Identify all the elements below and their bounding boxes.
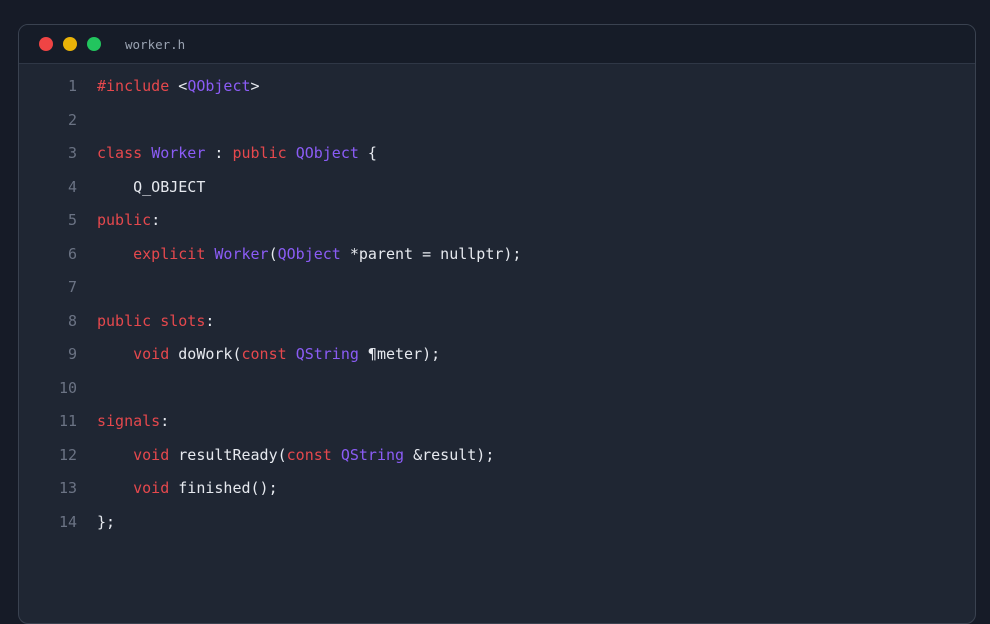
- type-token: QObject: [295, 144, 359, 162]
- close-window-button[interactable]: [39, 37, 53, 51]
- code-line[interactable]: 5 public:: [19, 204, 975, 238]
- keyword-token: public: [97, 311, 152, 330]
- keyword-token: public: [232, 144, 287, 162]
- plain-token: };: [97, 512, 116, 531]
- code-line[interactable]: 6 explicit Worker(QObject *parent = null…: [19, 238, 975, 272]
- code-line[interactable]: 8 public slots:: [19, 305, 975, 339]
- plain-token: (: [268, 244, 278, 263]
- minimize-window-button[interactable]: [63, 37, 77, 51]
- keyword-token: void: [133, 445, 170, 464]
- code-line[interactable]: 4 Q_OBJECT: [19, 171, 975, 205]
- plain-token: ¶meter);: [358, 345, 441, 363]
- line-number: 12: [58, 445, 77, 464]
- file-name-label: worker.h: [125, 36, 186, 52]
- line-text: #include <QObject>: [97, 70, 260, 104]
- code-line[interactable]: 10: [19, 372, 975, 406]
- plain-token: {: [358, 144, 377, 162]
- line-number: 14: [58, 512, 77, 531]
- line-text: class Worker : public QObject {: [97, 137, 377, 171]
- plain-token: doWork(: [169, 345, 242, 363]
- plain-token: <: [169, 77, 188, 95]
- code-line[interactable]: 14};: [19, 506, 975, 540]
- code-line[interactable]: 13 void finished();: [19, 472, 975, 506]
- keyword-token: void: [133, 479, 170, 497]
- line-number: 9: [67, 345, 77, 363]
- code-line[interactable]: 11 signals:: [19, 405, 975, 439]
- type-token: QObject: [187, 77, 251, 95]
- plain-token: >: [250, 77, 260, 95]
- plain-token: :: [151, 211, 161, 229]
- code-line[interactable]: 2: [19, 104, 975, 138]
- code-line[interactable]: 1 #include <QObject>: [19, 70, 975, 104]
- plain-token: Q_OBJECT: [97, 177, 206, 196]
- line-number: 11: [58, 412, 77, 430]
- code-line[interactable]: 12 void resultReady(const QString &resul…: [19, 439, 975, 473]
- line-number: 6: [67, 244, 77, 263]
- title-bar: worker.h: [19, 25, 975, 64]
- keyword-token: class: [97, 144, 143, 162]
- code-line[interactable]: 7: [19, 271, 975, 305]
- maximize-window-button[interactable]: [87, 37, 101, 51]
- code-area[interactable]: 1 #include <QObject> 2 3 class Worker : publ…: [19, 64, 975, 539]
- plain-token: :: [160, 412, 170, 430]
- line-number: 1: [67, 77, 77, 95]
- type-token: QString: [340, 445, 405, 464]
- type-token: Worker: [151, 144, 206, 162]
- keyword-token: const: [241, 345, 287, 363]
- plain-token: :: [205, 311, 215, 330]
- line-text: public slots:: [97, 305, 214, 339]
- line-text: };: [97, 506, 115, 540]
- line-number: 7: [67, 278, 77, 296]
- line-number: 5: [67, 211, 77, 229]
- line-number: 10: [58, 378, 77, 397]
- keyword-token: public: [97, 211, 152, 229]
- line-text: explicit Worker(QObject *parent = nullpt…: [97, 238, 521, 272]
- plain-token: :: [205, 144, 233, 162]
- type-token: Worker: [214, 244, 269, 263]
- code-line[interactable]: 3 class Worker : public QObject {: [19, 137, 975, 171]
- line-text: void finished();: [97, 472, 278, 506]
- plain-token: finished();: [169, 479, 278, 497]
- type-token: QString: [295, 345, 359, 363]
- plain-token: &result);: [404, 445, 495, 464]
- line-text: public:: [97, 204, 160, 238]
- line-number: 13: [58, 479, 77, 497]
- line-number: 3: [67, 144, 77, 162]
- type-token: QObject: [277, 244, 341, 263]
- keyword-token: void: [133, 345, 170, 363]
- editor-window: worker.h 1 #include <QObject> 2 3 class Work…: [18, 24, 976, 624]
- line-number: 8: [67, 311, 77, 330]
- line-text: signals:: [97, 405, 169, 439]
- line-text: Q_OBJECT: [97, 171, 205, 205]
- keyword-token: #include: [97, 77, 170, 95]
- keyword-token: slots: [160, 311, 206, 330]
- plain-token: resultReady(: [169, 445, 287, 464]
- keyword-token: explicit: [133, 244, 206, 263]
- line-text: void doWork(const QString ¶meter);: [97, 338, 440, 372]
- line-number: 4: [67, 177, 77, 196]
- line-text: void resultReady(const QString &result);: [97, 439, 494, 473]
- plain-token: *parent = nullptr);: [340, 244, 522, 263]
- keyword-token: const: [286, 445, 332, 464]
- line-number: 2: [67, 110, 77, 129]
- code-line[interactable]: 9 void doWork(const QString ¶meter);: [19, 338, 975, 372]
- keyword-token: signals: [97, 412, 161, 430]
